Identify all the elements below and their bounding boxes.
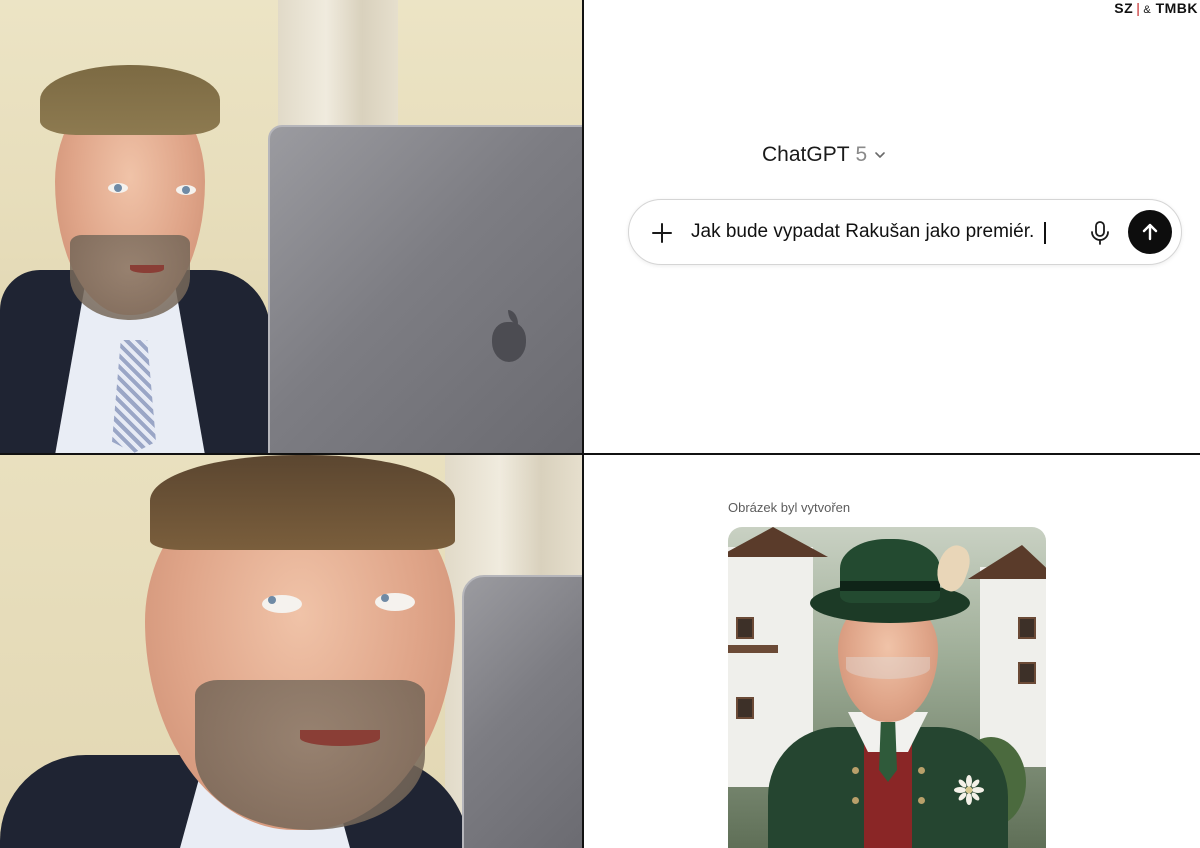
photo-man-closeup <box>0 455 582 848</box>
arrow-up-icon <box>1142 223 1158 241</box>
microphone-icon[interactable] <box>1089 220 1111 246</box>
window <box>1018 662 1036 684</box>
jacket-button <box>852 767 859 774</box>
hat-band <box>840 581 940 591</box>
left-eye <box>108 183 128 193</box>
image-created-caption: Obrázek byl vytvořen <box>728 500 851 515</box>
brand-right: TMBK <box>1155 0 1198 16</box>
balcony <box>728 645 778 653</box>
plus-icon[interactable] <box>649 220 675 246</box>
generated-image[interactable] <box>728 527 1046 848</box>
green-tie <box>879 722 897 782</box>
brand-separator: | <box>1136 0 1141 16</box>
brand-watermark: SZ | & TMBK <box>1114 0 1198 16</box>
model-selector[interactable]: ChatGPT 5 <box>762 143 887 167</box>
right-eye <box>176 185 196 195</box>
hair <box>40 65 220 135</box>
send-button[interactable] <box>1128 210 1172 254</box>
apple-logo-icon <box>492 310 526 362</box>
right-eye <box>375 593 415 611</box>
mustache <box>846 657 930 679</box>
window <box>1018 617 1036 639</box>
brand-amp: & <box>1143 4 1152 16</box>
mouth <box>130 265 164 273</box>
model-name: ChatGPT <box>762 143 850 166</box>
beard <box>195 680 425 830</box>
mouth <box>300 730 380 746</box>
prompt-input[interactable] <box>691 212 1071 252</box>
left-eye <box>262 595 302 613</box>
jacket-button <box>918 797 925 804</box>
house-roof <box>728 527 828 557</box>
vertical-divider <box>582 0 584 848</box>
window <box>736 617 754 639</box>
laptop <box>268 125 582 453</box>
jacket-button <box>918 767 925 774</box>
hair <box>150 455 455 550</box>
model-version: 5 <box>855 143 868 166</box>
chevron-down-icon <box>875 152 886 158</box>
text-caret <box>1044 222 1046 244</box>
window <box>736 697 754 719</box>
brand-left: SZ <box>1114 0 1134 16</box>
beard <box>70 235 190 320</box>
edelweiss-icon <box>954 775 984 805</box>
photo-man-at-laptop <box>0 0 582 453</box>
house-roof <box>968 545 1046 579</box>
laptop <box>462 575 582 848</box>
prompt-composer <box>628 199 1182 265</box>
hat-crown <box>840 539 940 603</box>
jacket-button <box>852 797 859 804</box>
